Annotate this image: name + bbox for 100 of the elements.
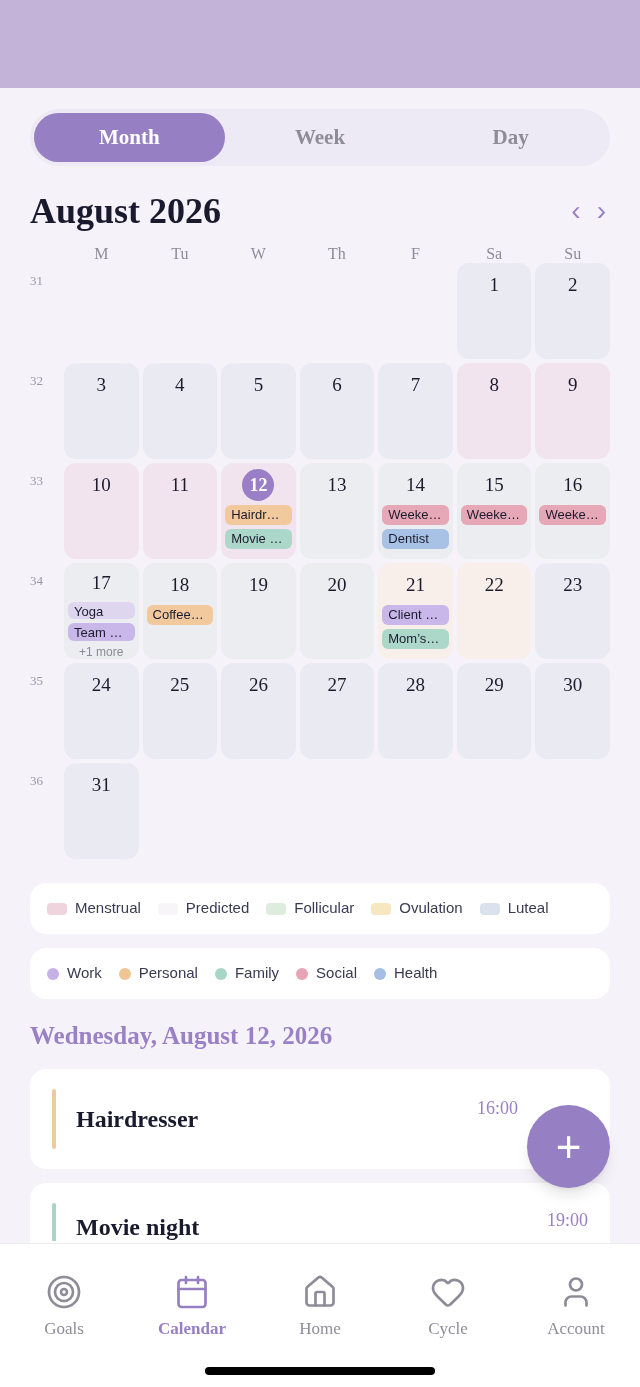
event-chip[interactable]: Client … <box>382 605 449 625</box>
day-number: 25 <box>170 672 190 697</box>
legend-label: Luteal <box>507 898 549 919</box>
day-cell[interactable]: 25 <box>142 663 218 759</box>
day-number: 5 <box>253 372 264 397</box>
day-cell[interactable]: 26 <box>221 663 296 759</box>
week-number: 32 <box>30 372 44 390</box>
day-number: 31 <box>91 772 111 797</box>
selected-date-heading: Wednesday, August 12, 2026 <box>30 1021 334 1051</box>
day-number: 4 <box>175 372 185 397</box>
day-number: 8 <box>489 372 499 397</box>
event-title: Movie night <box>76 1213 201 1241</box>
day-cell[interactable]: 7 <box>378 363 453 459</box>
event-chip[interactable]: Coffee… <box>146 605 214 625</box>
day-cell[interactable]: 29 <box>456 663 532 759</box>
day-cell[interactable]: 30 <box>535 663 610 759</box>
day-number: 29 <box>484 672 504 697</box>
day-cell[interactable]: 22 <box>456 563 532 659</box>
day-cell[interactable]: 14 Weeke… Dentist <box>378 463 453 559</box>
event-time: 16:00 <box>477 1096 518 1120</box>
event-chip[interactable]: Mom’s… <box>382 629 449 649</box>
legend-label: Predicted <box>185 898 250 919</box>
home-icon <box>302 1274 338 1310</box>
day-cell[interactable]: 8 <box>456 363 532 459</box>
weekday-label: W <box>249 244 267 264</box>
day-number: 2 <box>567 272 578 297</box>
legend-label: Family <box>234 963 280 984</box>
day-cell[interactable]: 31 <box>64 763 139 859</box>
weekday-label: Tu <box>170 244 190 264</box>
target-icon <box>46 1274 82 1310</box>
day-cell[interactable]: 1 <box>456 263 532 359</box>
day-number: 3 <box>96 372 107 397</box>
legend-label: Follicular <box>294 898 355 919</box>
event-chip[interactable]: Yoga <box>68 601 135 620</box>
day-number: 27 <box>327 672 347 697</box>
weekday-label: Su <box>563 244 583 264</box>
event-chip[interactable]: Dentist <box>382 529 449 549</box>
day-cell[interactable]: 4 <box>142 363 218 459</box>
day-number: 22 <box>484 572 504 597</box>
week-number: 36 <box>30 772 44 790</box>
day-number: 18 <box>170 572 190 597</box>
day-cell[interactable]: 16 Weeke… <box>535 463 610 559</box>
day-number: 24 <box>91 672 111 697</box>
week-number: 33 <box>30 472 44 490</box>
weekday-label: F <box>410 244 421 264</box>
day-cell[interactable]: 19 <box>221 563 296 659</box>
day-number: 30 <box>563 672 583 697</box>
day-cell[interactable]: 10 <box>64 463 139 559</box>
day-number: 23 <box>563 572 583 597</box>
month-title: August 2026 <box>30 190 222 233</box>
day-number: 19 <box>248 572 268 597</box>
day-number: 9 <box>567 372 578 397</box>
weekday-label: Th <box>327 244 347 264</box>
day-cell[interactable]: 6 <box>299 363 375 459</box>
event-chip[interactable]: Hairdr… <box>225 505 292 525</box>
legend-label: Ovulation <box>399 898 463 919</box>
day-cell[interactable]: 5 <box>221 363 296 459</box>
day-cell[interactable]: 20 <box>299 563 375 659</box>
day-cell[interactable]: 9 <box>535 363 610 459</box>
day-number: 11 <box>170 472 189 497</box>
legend-label: Menstrual <box>75 898 141 919</box>
legend-label: Social <box>316 963 357 984</box>
day-cell[interactable]: 17 Yoga Team … +1 more <box>64 563 139 659</box>
week-number: 35 <box>30 672 44 690</box>
agenda-card[interactable]: Movie night 19:00 <box>30 1182 610 1243</box>
day-number: 7 <box>410 372 421 397</box>
day-cell[interactable]: 21 Client … Mom’s… <box>378 563 453 659</box>
day-cell[interactable]: 23 <box>535 563 610 659</box>
day-cell[interactable]: 15 Weeke… <box>456 463 532 559</box>
week-number: 31 <box>30 272 44 290</box>
day-number: 28 <box>406 672 426 697</box>
day-number: 26 <box>248 672 268 697</box>
day-number: 20 <box>327 572 347 597</box>
event-chip[interactable]: Movie … <box>225 529 292 549</box>
event-chip[interactable]: Weeke… <box>539 505 606 525</box>
day-cell[interactable]: 2 <box>535 263 610 359</box>
day-cell[interactable]: 27 <box>299 663 375 759</box>
day-cell[interactable]: 24 <box>64 663 139 759</box>
week-number: 34 <box>30 572 44 590</box>
day-number: 13 <box>327 472 347 497</box>
event-chip[interactable]: Weeke… <box>460 505 528 525</box>
day-number: 21 <box>406 572 426 597</box>
event-chip[interactable]: Weeke… <box>382 505 449 525</box>
weekday-label: Sa <box>485 244 504 264</box>
day-cell[interactable]: 12 Hairdr… Movie … <box>221 463 296 559</box>
day-number: 10 <box>91 472 111 497</box>
day-number: 17 <box>91 571 111 595</box>
weekday-label: M <box>93 244 110 264</box>
legend-label: Work <box>67 963 102 984</box>
event-title: Hairdresser <box>76 1104 200 1134</box>
nav-tab[interactable]: Cycle <box>384 1274 512 1342</box>
day-cell[interactable]: 28 <box>378 663 453 759</box>
day-number: 6 <box>332 372 342 397</box>
day-number: 16 <box>563 472 583 497</box>
calendar-icon <box>174 1274 210 1310</box>
day-cell[interactable]: 11 <box>142 463 218 559</box>
day-cell[interactable]: 3 <box>64 363 139 459</box>
day-cell[interactable]: 13 <box>299 463 375 559</box>
day-cell[interactable]: 18 Coffee… <box>142 563 218 659</box>
event-chip[interactable]: Team … <box>68 623 135 641</box>
